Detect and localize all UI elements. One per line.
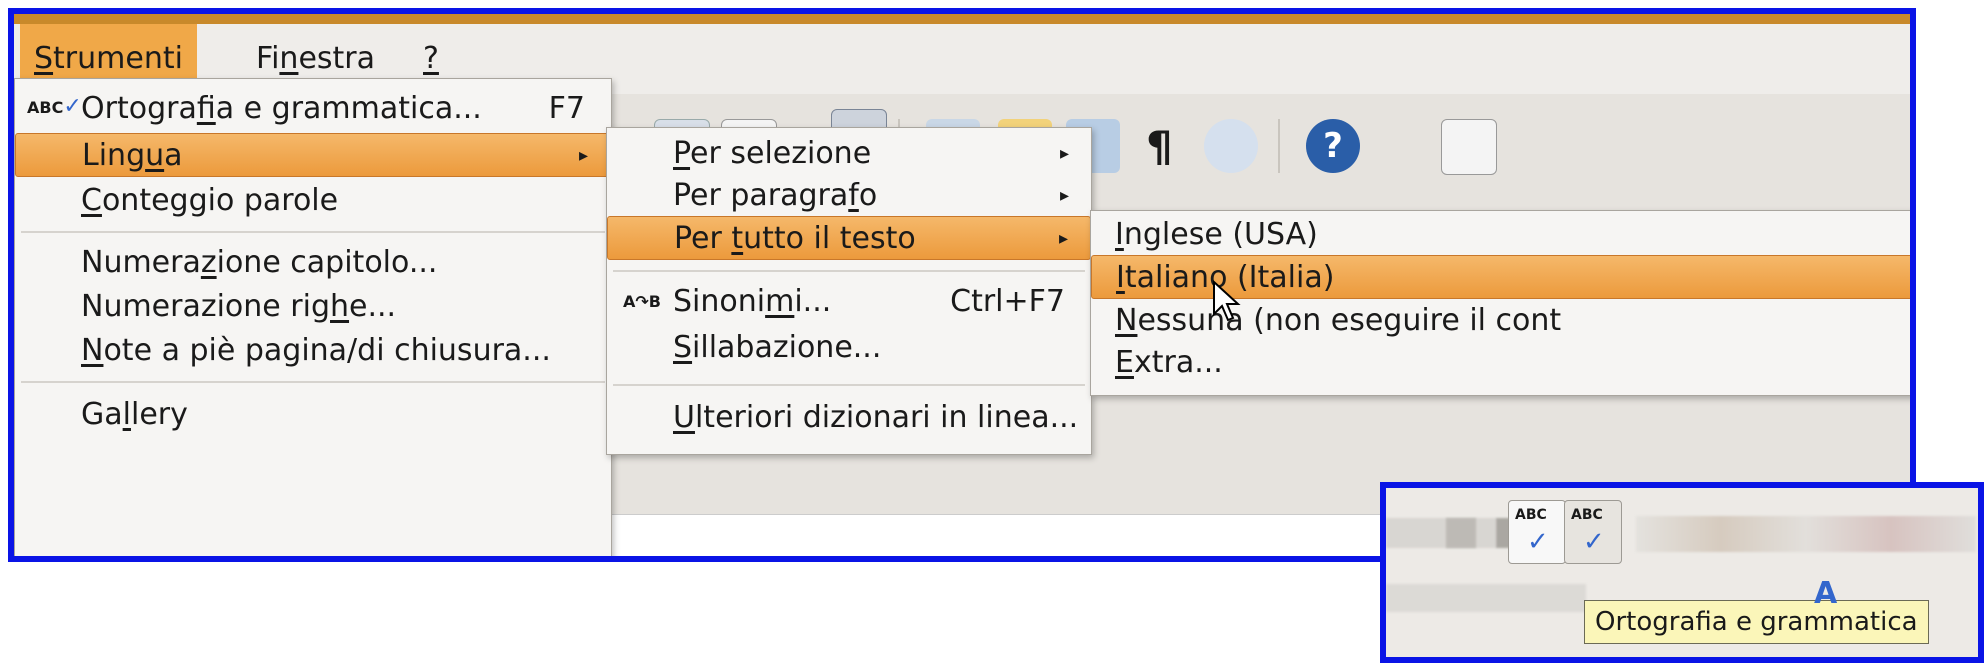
table-icon-2[interactable] [1441,119,1497,175]
zoom-icon[interactable] [1204,119,1258,173]
menu-item-sillabazione[interactable]: Sillabazione... [607,326,1091,370]
thesaurus-icon: A↷B [623,292,661,311]
title-strip [14,14,1910,24]
menu-item-footnotes[interactable]: Note a piè pagina/di chiusura... [15,329,611,373]
menu-item-per-tutto-il-testo[interactable]: Per tutto il testo ▸ [607,216,1091,260]
menu-item-chapter-numbering[interactable]: Numerazione capitolo... [15,241,611,285]
tools-menu: ABC✓ Ortografia e grammatica... F7 Lingu… [14,78,612,556]
menu-item-per-selezione[interactable]: Per selezione ▸ [607,132,1091,176]
pilcrow-icon[interactable]: ¶ [1146,122,1173,171]
check-icon: ✓ [1527,527,1549,557]
mouse-cursor-icon [1213,280,1241,322]
spelling-button[interactable]: ABC ✓ [1508,500,1566,564]
zoomed-inset: ABC ✓ ABC ✓ Ortografia e grammatica A [1380,482,1984,663]
submenu-arrow-icon: ▸ [1059,143,1069,164]
menu-item-inglese[interactable]: Inglese (USA) [1091,213,1910,257]
submenu-arrow-icon: ▸ [578,145,588,166]
submenu-arrow-icon: ▸ [1058,228,1068,249]
tooltip: Ortografia e grammatica [1584,600,1929,644]
menu-item-per-paragrafo[interactable]: Per paragrafo ▸ [607,174,1091,218]
language-submenu: Per selezione ▸ Per paragrafo ▸ Per tutt… [606,127,1092,455]
submenu-arrow-icon: ▸ [1059,185,1069,206]
font-color-icon[interactable]: A [1814,576,1837,611]
abc-check-icon: ABC✓ [27,94,82,119]
menu-item-extra[interactable]: Extra... [1091,341,1910,385]
check-icon: ✓ [1583,527,1605,557]
menu-item-word-count[interactable]: Conteggio parole [15,179,611,223]
menu-item-sinonimi[interactable]: A↷B Sinonimi... Ctrl+F7 [607,280,1091,324]
menu-item-spelling[interactable]: ABC✓ Ortografia e grammatica... F7 [15,87,611,131]
autospellcheck-button[interactable]: ABC ✓ [1564,500,1622,564]
menu-item-lingua[interactable]: Lingua ▸ [15,133,611,177]
app-window: Strumenti Finestra ? ¶ ? ABC✓ Ortografia… [8,8,1916,562]
menu-item-gallery[interactable]: Gallery [15,393,611,437]
menu-item-online-dictionaries[interactable]: Ulteriori dizionari in linea... [607,396,1091,440]
help-icon[interactable]: ? [1306,119,1360,173]
menu-item-line-numbering[interactable]: Numerazione righe... [15,285,611,329]
